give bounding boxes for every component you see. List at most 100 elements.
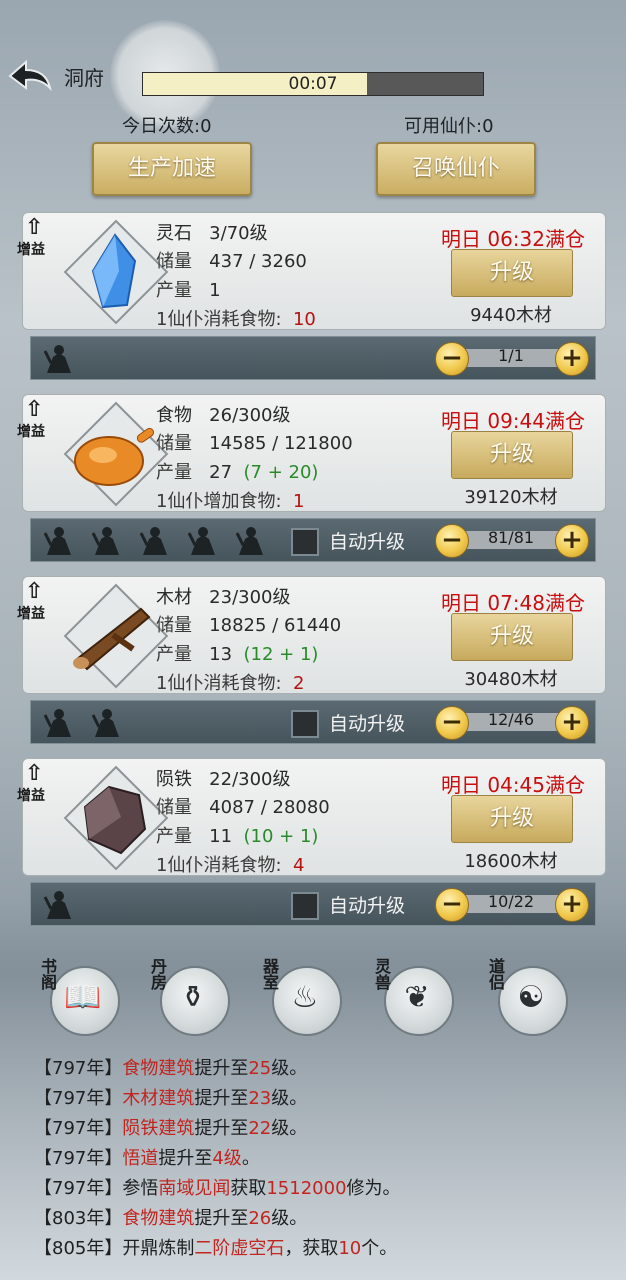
worker-stepper: 81/81 − + <box>435 524 589 558</box>
log-line: 【797年】木材建筑提升至23级。 <box>34 1084 307 1110</box>
phoenix-icon: ❦ <box>404 980 430 1015</box>
output-label: 产量 <box>156 462 192 483</box>
plus-icon[interactable]: + <box>555 524 589 558</box>
speed-up-button[interactable]: 生产加速 <box>92 142 252 196</box>
auto-upgrade-checkbox[interactable] <box>291 710 319 738</box>
worker-silhouette-icon <box>235 527 263 555</box>
log-text: 个。 <box>361 1238 398 1259</box>
page-title: 洞府 <box>64 66 104 90</box>
food-value: 2 <box>292 673 305 694</box>
nav-phoenix[interactable]: ❦ 灵兽 <box>370 958 456 1036</box>
worker-silhouette-icon <box>91 527 119 555</box>
upgrade-cost: 18600木材 <box>464 851 558 872</box>
log-line: 【797年】悟道提升至4级。 <box>34 1144 260 1170</box>
log-text: 【797年】 <box>34 1118 123 1139</box>
log-highlight: 悟道 <box>122 1148 159 1169</box>
storage-row: 储量 18825 / 61440 <box>156 611 341 637</box>
food-value: 1 <box>292 491 305 512</box>
book-icon: 📖 <box>64 980 102 1015</box>
auto-upgrade-checkbox[interactable] <box>291 528 319 556</box>
log-text: 级。 <box>271 1058 308 1079</box>
log-highlight: 10 <box>338 1238 362 1259</box>
output-bonus: (12 + 1) <box>243 644 319 665</box>
up-arrow-icon: ⇧ <box>25 397 44 422</box>
food-value: 10 <box>292 309 316 330</box>
worker-count: 81/81 <box>487 528 535 547</box>
nav-label: 器室 <box>260 958 279 990</box>
log-text: 提升至 <box>194 1088 249 1109</box>
buff-badge[interactable]: ⇧ 增益 <box>17 761 61 811</box>
storage-row: 储量 14585 / 121800 <box>156 429 353 455</box>
food-value: 4 <box>292 855 305 876</box>
worker-count: 12/46 <box>487 710 535 729</box>
storage-value: 18825 / 61440 <box>209 615 342 636</box>
minus-icon[interactable]: − <box>435 888 469 922</box>
log-highlight: 1512000 <box>266 1178 347 1199</box>
worker-silhouette-icon <box>43 709 71 737</box>
cauldron-icon: ⚱ <box>180 980 206 1015</box>
output-bonus: (10 + 1) <box>243 826 319 847</box>
building-title: 木材 23/300级 <box>156 583 291 609</box>
buff-badge[interactable]: ⇧ 增益 <box>17 397 61 447</box>
full-deadline: 明日 06:32满仓 <box>441 227 585 251</box>
log-highlight: 木材建筑 <box>122 1088 195 1109</box>
output-value: 27 <box>209 462 233 483</box>
log-highlight: 南域见闻 <box>158 1178 231 1199</box>
nav-forge[interactable]: ♨ 器室 <box>258 958 344 1036</box>
building-name: 灵石 <box>156 223 192 244</box>
upgrade-button[interactable]: 升级 <box>451 795 573 843</box>
food-row: 1仙仆消耗食物: 4 <box>156 851 304 877</box>
full-deadline: 明日 07:48满仓 <box>441 591 585 615</box>
buff-label: 增益 <box>17 242 45 258</box>
output-row: 产量 1 <box>156 276 226 302</box>
nav-cauldron[interactable]: ⚱ 丹房 <box>146 958 232 1036</box>
building-level: 26/300级 <box>209 405 291 426</box>
log-line: 【805年】开鼎炼制二阶虚空石，获取10个。 <box>34 1234 397 1260</box>
log-text: 【803年】 <box>34 1208 123 1229</box>
building-title: 陨铁 22/300级 <box>156 765 291 791</box>
buff-badge[interactable]: ⇧ 增益 <box>17 215 61 265</box>
output-label: 产量 <box>156 644 192 665</box>
minus-icon[interactable]: − <box>435 524 469 558</box>
log-text: 提升至 <box>194 1058 249 1079</box>
upgrade-button[interactable]: 升级 <box>451 613 573 661</box>
worker-bar: 自动升级 81/81 − + <box>30 518 596 562</box>
auto-upgrade-label: 自动升级 <box>329 713 406 735</box>
worker-stepper: 10/22 − + <box>435 888 589 922</box>
output-value: 1 <box>209 280 221 301</box>
plus-icon[interactable]: + <box>555 342 589 376</box>
minus-icon[interactable]: − <box>435 706 469 740</box>
log-text: 级。 <box>271 1118 308 1139</box>
plus-icon[interactable]: + <box>555 706 589 740</box>
plus-icon[interactable]: + <box>555 888 589 922</box>
worker-stepper: 1/1 − + <box>435 342 589 376</box>
building-card: ⇧ 增益 灵石 3/70级 储量 437 / 3260 产量 1 1仙仆消耗食物… <box>17 212 606 331</box>
upgrade-button[interactable]: 升级 <box>451 249 573 297</box>
nav-partner[interactable]: ☯ 道侣 <box>484 958 570 1036</box>
log-line: 【803年】食物建筑提升至26级。 <box>34 1204 307 1230</box>
back-arrow-icon[interactable] <box>6 58 54 92</box>
log-text: 修为。 <box>346 1178 401 1199</box>
nav-label: 书阁 <box>38 958 57 990</box>
log-text: 提升至 <box>158 1148 213 1169</box>
upgrade-button[interactable]: 升级 <box>451 431 573 479</box>
storage-label: 储量 <box>156 615 192 636</box>
partner-icon: ☯ <box>517 980 545 1015</box>
minus-icon[interactable]: − <box>435 342 469 376</box>
log-text: 级。 <box>271 1208 308 1229</box>
log-text: 获取 <box>230 1178 267 1199</box>
log-text: 。 <box>241 1148 260 1169</box>
log-text: 【797年】 <box>34 1088 123 1109</box>
nav-book[interactable]: 📖 书阁 <box>36 958 122 1036</box>
summon-button[interactable]: 召唤仙仆 <box>376 142 536 196</box>
today-count: 今日次数:0 <box>122 116 212 137</box>
worker-count: 10/22 <box>487 892 535 911</box>
buff-badge[interactable]: ⇧ 增益 <box>17 579 61 629</box>
meteorite-iron-icon <box>83 785 147 855</box>
output-label: 产量 <box>156 826 192 847</box>
food-row: 1仙仆消耗食物: 10 <box>156 305 316 331</box>
auto-upgrade-checkbox[interactable] <box>291 892 319 920</box>
log-highlight: 食物建筑 <box>122 1208 195 1229</box>
worker-bar: 1/1 − + <box>30 336 596 380</box>
building-title: 食物 26/300级 <box>156 401 291 427</box>
